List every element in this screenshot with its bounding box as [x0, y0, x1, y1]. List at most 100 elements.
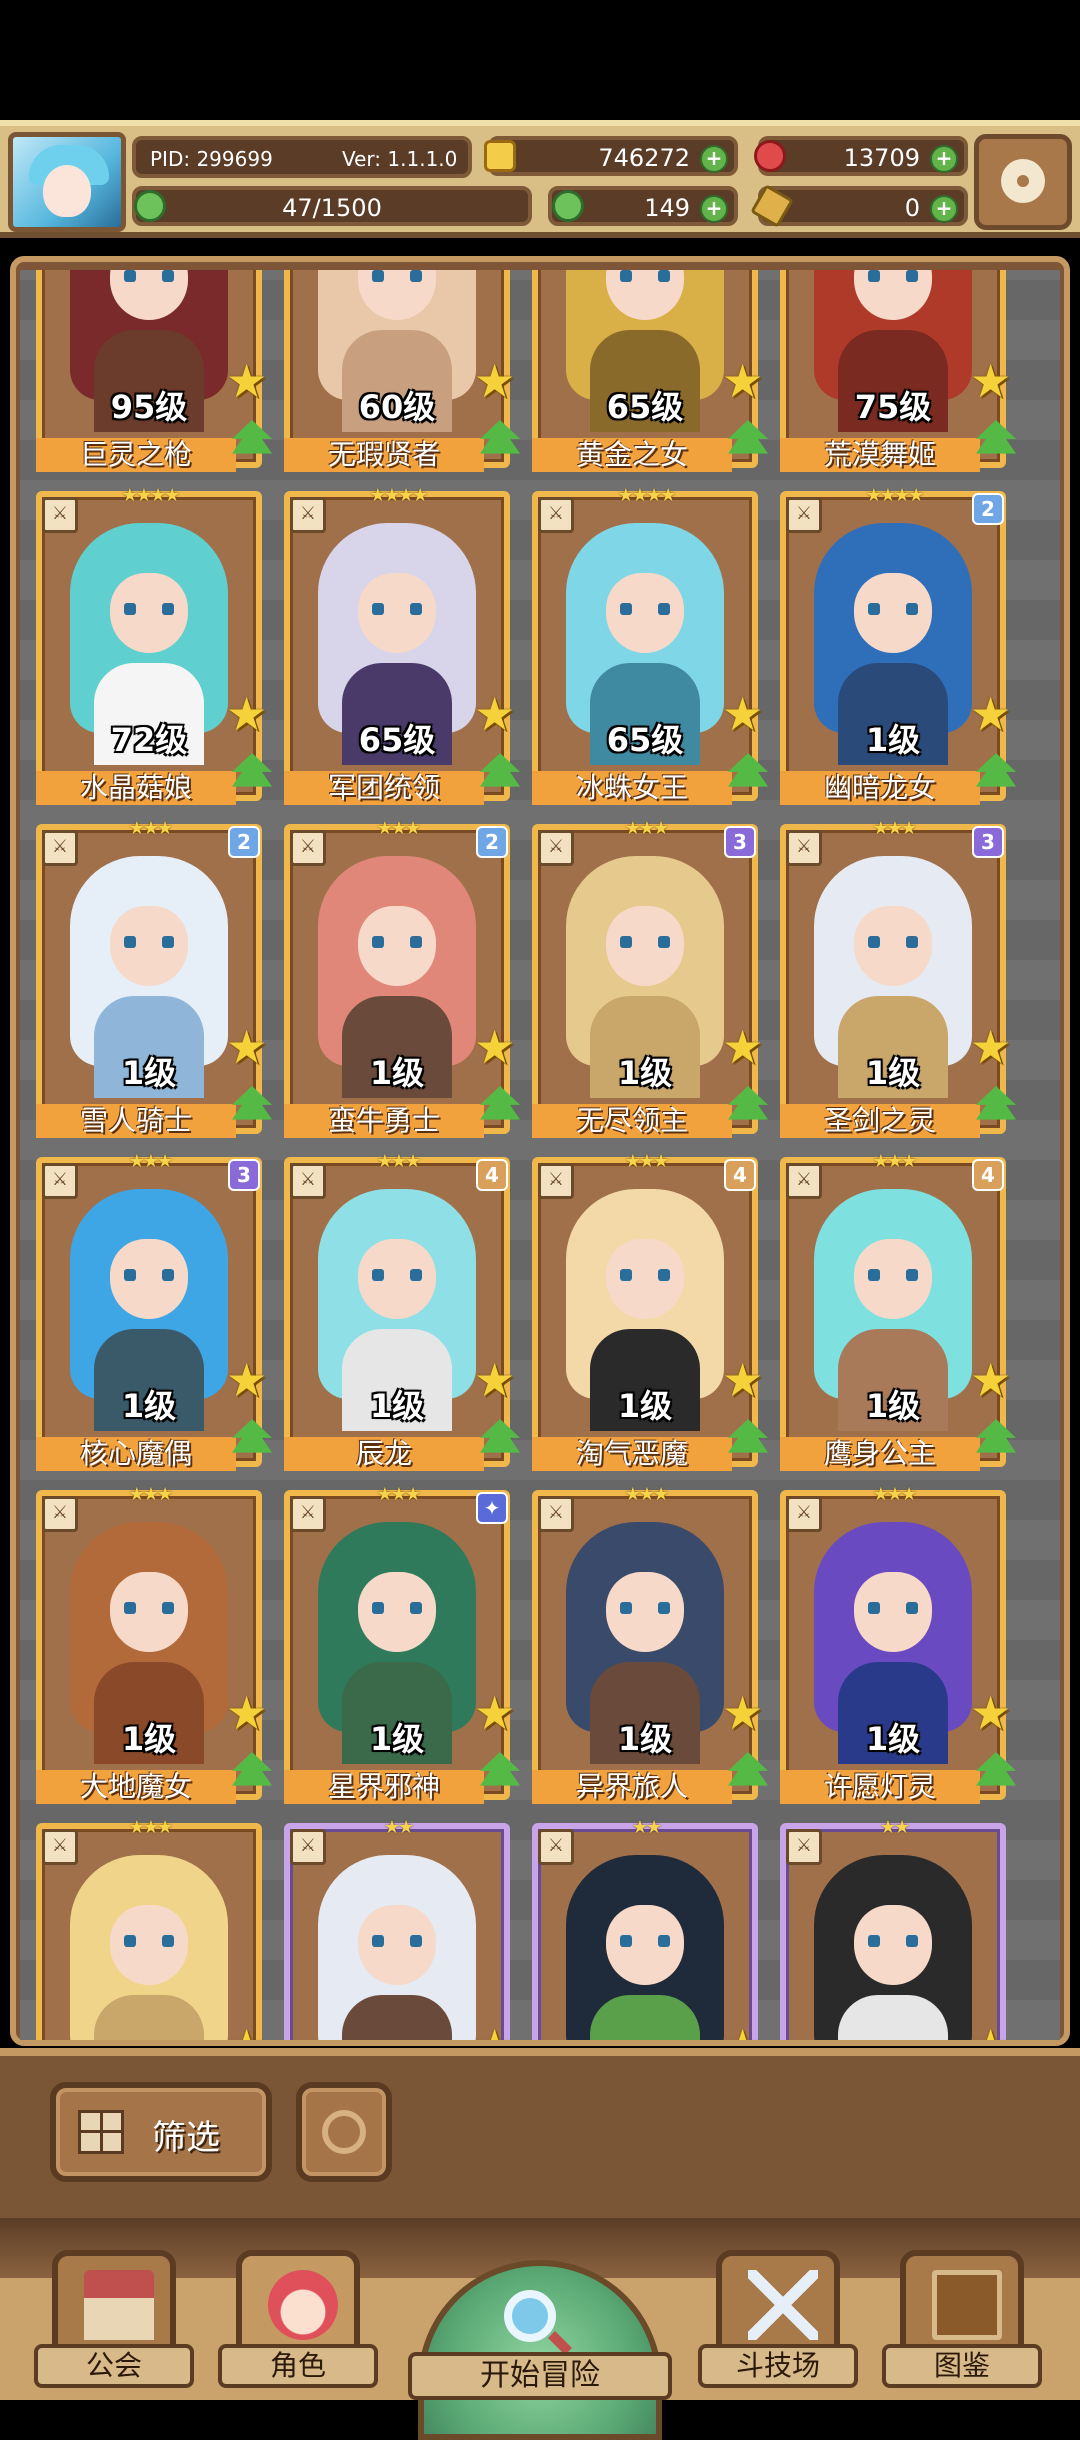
character-card[interactable]: ⚔75级荒漠舞姬★ [780, 270, 1016, 472]
top-status-bar: PID: 299699 Ver: 1.1.1.0 47/1500 746272 … [0, 120, 1080, 238]
character-portrait [296, 1835, 498, 2040]
character-name: 辰龙 [284, 1437, 484, 1471]
character-card[interactable]: ⚔ ★★★ 4 1级 辰龙 ★ [284, 1151, 520, 1471]
star-icon[interactable]: ★ [722, 358, 768, 404]
nav-character-label: 角色 [218, 2344, 378, 2388]
character-card[interactable]: ⚔ ★★★ 2 1级 雪人骑士 ★ [36, 818, 272, 1138]
star-icon[interactable]: ★ [226, 691, 272, 737]
class-icon: ⚔ [42, 830, 78, 866]
class-icon: ⚔ [786, 1829, 822, 1865]
player-avatar[interactable] [8, 132, 126, 232]
character-card[interactable]: ⚔ ★★★ 1级 异界旅人 ★ [532, 1484, 768, 1804]
character-card[interactable]: ⚔★★★1级林中仙女★ [36, 1817, 267, 2040]
star-icon[interactable]: ★ [722, 1024, 768, 1070]
class-icon: ⚔ [538, 497, 574, 533]
star-icon[interactable]: ★ [970, 2023, 1016, 2040]
rarity-stars: ★★★ [128, 1151, 173, 1172]
star-icon[interactable]: ★ [970, 1357, 1016, 1403]
star-icon[interactable]: ★ [722, 1357, 768, 1403]
character-name: 军团统领 [284, 771, 484, 805]
star-icon[interactable]: ★ [474, 1024, 520, 1070]
portrait-body [94, 1995, 204, 2040]
refresh-button[interactable] [296, 2082, 392, 2182]
rarity-stars: ★★★ [624, 1484, 669, 1505]
character-card[interactable]: ⚔ ★★★★ 2 1级 幽暗龙女 ★ [780, 485, 1016, 805]
nav-character[interactable]: 角色 [218, 2250, 378, 2390]
star-icon[interactable]: ★ [970, 1690, 1016, 1736]
rarity-stars: ★★★ [376, 818, 421, 839]
clover-value: 149 [644, 194, 690, 222]
star-icon[interactable]: ★ [722, 691, 768, 737]
star-icon[interactable]: ★ [474, 1690, 520, 1736]
character-card[interactable]: ⚔ ★★★★ 65级 冰蛛女王 ★ [532, 485, 768, 805]
star-icon[interactable]: ★ [722, 2023, 768, 2040]
portrait-body [342, 1995, 452, 2040]
star-icon[interactable]: ★ [226, 1690, 272, 1736]
nav-start-adventure[interactable]: 开始冒险 [408, 2260, 672, 2440]
experience-text: 47/1500 [282, 194, 382, 222]
character-card[interactable]: ⚔60级无瑕贤者★ [284, 270, 520, 472]
star-icon[interactable]: ★ [722, 1690, 768, 1736]
nav-guild[interactable]: 公会 [34, 2250, 194, 2390]
character-card[interactable]: ⚔ ★★★ ✦ 1级 星界邪神 ★ [284, 1484, 520, 1804]
character-grid[interactable]: ⚔95级巨灵之枪★⚔60级无瑕贤者★⚔65级黄金之女★⚔75级荒漠舞姬★⚔★★★… [20, 270, 1060, 2040]
add-gems-button[interactable]: + [930, 145, 958, 173]
rarity-stars: ★★★ [872, 1484, 917, 1505]
star-icon[interactable]: ★ [970, 358, 1016, 404]
awaken-badge: 4 [476, 1159, 508, 1191]
star-icon[interactable]: ★ [474, 691, 520, 737]
character-name: 许愿灯灵 [780, 1770, 980, 1804]
star-icon[interactable]: ★ [226, 2023, 272, 2040]
add-keys-button[interactable]: + [930, 195, 958, 223]
character-name: 星界邪神 [284, 1770, 484, 1804]
add-gold-button[interactable]: + [700, 145, 728, 173]
magnifier-icon [504, 2290, 556, 2342]
character-card[interactable]: ⚔ ★★★ 3 1级 圣剑之灵 ★ [780, 818, 1016, 1138]
settings-button[interactable] [974, 134, 1072, 230]
awaken-badge: 3 [228, 1159, 260, 1191]
character-card[interactable]: ⚔ ★★★ 2 1级 蛮牛勇士 ★ [284, 818, 520, 1138]
character-name: 异界旅人 [532, 1770, 732, 1804]
add-clovers-button[interactable]: + [700, 195, 728, 223]
player-id: PID: 299699 [150, 147, 273, 171]
character-card[interactable]: ⚔★★1级胡椒★ [780, 1817, 1011, 2040]
character-card[interactable]: ⚔65级黄金之女★ [532, 270, 768, 472]
nav-arena[interactable]: 斗技场 [698, 2250, 858, 2390]
star-icon[interactable]: ★ [474, 358, 520, 404]
character-card[interactable]: ⚔ ★★★ 3 1级 核心魔偶 ★ [36, 1151, 272, 1471]
character-card[interactable]: ⚔ ★★★★ 65级 军团统领 ★ [284, 485, 520, 805]
star-icon[interactable]: ★ [226, 1357, 272, 1403]
star-icon[interactable]: ★ [970, 1024, 1016, 1070]
star-icon[interactable]: ★ [226, 358, 272, 404]
key-icon [750, 184, 794, 228]
rarity-stars: ★★★ [376, 1484, 421, 1505]
portrait-eyes [868, 1269, 918, 1281]
character-card[interactable]: ⚔ ★★★ 1级 大地魔女 ★ [36, 1484, 272, 1804]
class-icon: ⚔ [290, 1496, 326, 1532]
character-card[interactable]: ⚔ ★★★ 1级 许愿灯灵 ★ [780, 1484, 1016, 1804]
star-icon[interactable]: ★ [970, 691, 1016, 737]
character-card[interactable]: ⚔95级巨灵之枪★ [36, 270, 272, 472]
portrait-body [590, 1995, 700, 2040]
character-card[interactable]: ⚔ ★★★ 3 1级 无尽领主 ★ [532, 818, 768, 1138]
character-card[interactable]: ⚔ ★★★★ 72级 水晶菇娘 ★ [36, 485, 272, 805]
character-card[interactable]: ⚔★★1级狩猎勇士★ [532, 1817, 763, 2040]
star-icon[interactable]: ★ [474, 1357, 520, 1403]
gold-counter: 746272 + [484, 136, 738, 176]
star-icon[interactable]: ★ [226, 1024, 272, 1070]
rarity-stars: ★★★ [128, 1817, 173, 1838]
character-card[interactable]: ⚔ ★★★ 4 1级 淘气恶魔 ★ [532, 1151, 768, 1471]
character-portrait [544, 1835, 746, 2040]
character-card[interactable]: ⚔ ★★★ 4 1级 鹰身公主 ★ [780, 1151, 1016, 1471]
rarity-stars: ★★★ [128, 1484, 173, 1505]
nav-codex[interactable]: 图鉴 [882, 2250, 1042, 2390]
character-name: 无尽领主 [532, 1104, 732, 1138]
class-icon: ⚔ [290, 1829, 326, 1865]
portrait-eyes [372, 603, 422, 615]
character-name: 冰蛛女王 [532, 771, 732, 805]
character-card[interactable]: ⚔★★13级奶糖★ [284, 1817, 515, 2040]
class-icon: ⚔ [290, 497, 326, 533]
character-name: 鹰身公主 [780, 1437, 980, 1471]
star-icon[interactable]: ★ [474, 2023, 520, 2040]
filter-button[interactable]: 筛选 [50, 2082, 272, 2182]
